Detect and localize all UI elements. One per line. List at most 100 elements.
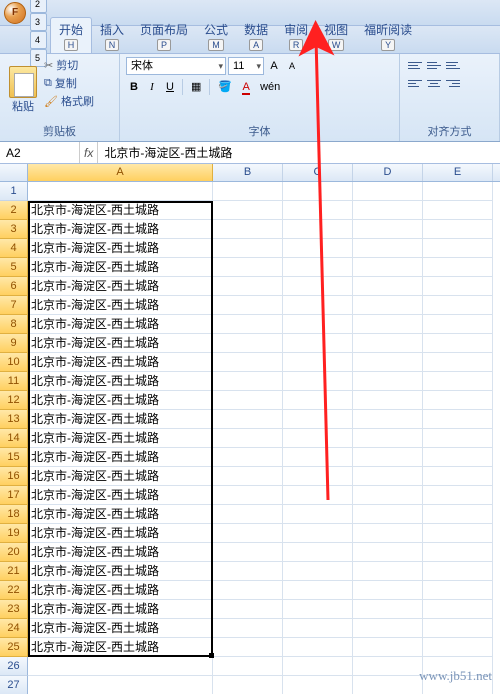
row-header[interactable]: 1: [0, 182, 28, 201]
cell[interactable]: 北京市-海淀区-西土城路: [28, 296, 213, 315]
cell[interactable]: [423, 619, 493, 638]
cell[interactable]: [353, 372, 423, 391]
cell[interactable]: [213, 657, 283, 676]
row-header[interactable]: 2: [0, 201, 28, 220]
tab-h[interactable]: 开始H: [50, 17, 92, 53]
cell[interactable]: [353, 353, 423, 372]
row-header[interactable]: 4: [0, 239, 28, 258]
cell[interactable]: [28, 657, 213, 676]
cell[interactable]: [423, 258, 493, 277]
cell[interactable]: [353, 201, 423, 220]
row-header[interactable]: 24: [0, 619, 28, 638]
cell[interactable]: [353, 296, 423, 315]
cell[interactable]: [423, 334, 493, 353]
cell[interactable]: 北京市-海淀区-西土城路: [28, 562, 213, 581]
underline-button[interactable]: U: [162, 79, 178, 95]
row-header[interactable]: 16: [0, 467, 28, 486]
cell[interactable]: 北京市-海淀区-西土城路: [28, 258, 213, 277]
cell[interactable]: [423, 201, 493, 220]
cell[interactable]: [213, 182, 283, 201]
row-header[interactable]: 21: [0, 562, 28, 581]
cell[interactable]: [353, 562, 423, 581]
cell[interactable]: [283, 486, 353, 505]
align-middle-button[interactable]: [425, 57, 443, 73]
column-header[interactable]: E: [423, 164, 493, 181]
cell[interactable]: 北京市-海淀区-西土城路: [28, 429, 213, 448]
cell[interactable]: 北京市-海淀区-西土城路: [28, 239, 213, 258]
cell[interactable]: [423, 505, 493, 524]
column-header[interactable]: A: [28, 164, 213, 181]
cell[interactable]: [213, 505, 283, 524]
cell[interactable]: [213, 619, 283, 638]
cell[interactable]: 北京市-海淀区-西土城路: [28, 220, 213, 239]
cell[interactable]: [213, 486, 283, 505]
font-color-button[interactable]: A: [238, 79, 254, 95]
cell[interactable]: 北京市-海淀区-西土城路: [28, 619, 213, 638]
tab-m[interactable]: 公式M: [196, 18, 236, 53]
cell[interactable]: 北京市-海淀区-西土城路: [28, 600, 213, 619]
cell[interactable]: 北京市-海淀区-西土城路: [28, 277, 213, 296]
row-header[interactable]: 26: [0, 657, 28, 676]
cell[interactable]: [353, 524, 423, 543]
row-header[interactable]: 5: [0, 258, 28, 277]
cell[interactable]: [353, 182, 423, 201]
cell[interactable]: [353, 410, 423, 429]
cell[interactable]: [353, 543, 423, 562]
align-top-button[interactable]: [406, 57, 424, 73]
cell[interactable]: [213, 220, 283, 239]
cell[interactable]: [283, 524, 353, 543]
cell[interactable]: [423, 277, 493, 296]
cell[interactable]: [28, 676, 213, 694]
cell[interactable]: [283, 182, 353, 201]
row-header[interactable]: 25: [0, 638, 28, 657]
row-header[interactable]: 6: [0, 277, 28, 296]
cell[interactable]: [353, 258, 423, 277]
formula-input[interactable]: 北京市-海淀区-西土城路: [98, 142, 500, 163]
office-button[interactable]: F: [4, 2, 26, 24]
column-header[interactable]: C: [283, 164, 353, 181]
tab-w[interactable]: 视图W: [316, 18, 356, 53]
cell[interactable]: [283, 220, 353, 239]
cell[interactable]: 北京市-海淀区-西土城路: [28, 448, 213, 467]
cell[interactable]: [283, 505, 353, 524]
grow-font-button[interactable]: A: [266, 58, 282, 74]
row-header[interactable]: 3: [0, 220, 28, 239]
cell[interactable]: [213, 410, 283, 429]
cell[interactable]: [213, 524, 283, 543]
cell[interactable]: [353, 600, 423, 619]
cell[interactable]: 北京市-海淀区-西土城路: [28, 505, 213, 524]
cell[interactable]: 北京市-海淀区-西土城路: [28, 486, 213, 505]
cell[interactable]: [353, 581, 423, 600]
cell[interactable]: [353, 277, 423, 296]
qat-item[interactable]: 3: [30, 13, 47, 31]
tab-n[interactable]: 插入N: [92, 18, 132, 53]
cell[interactable]: [423, 372, 493, 391]
cell[interactable]: [213, 334, 283, 353]
row-header[interactable]: 22: [0, 581, 28, 600]
cell[interactable]: [213, 296, 283, 315]
cell[interactable]: 北京市-海淀区-西土城路: [28, 543, 213, 562]
cell[interactable]: [283, 543, 353, 562]
cell[interactable]: [353, 334, 423, 353]
cell[interactable]: [353, 467, 423, 486]
cell[interactable]: [353, 657, 423, 676]
cell[interactable]: [353, 505, 423, 524]
fill-color-button[interactable]: 🪣: [214, 78, 236, 95]
row-header[interactable]: 17: [0, 486, 28, 505]
cell[interactable]: [283, 372, 353, 391]
row-header[interactable]: 14: [0, 429, 28, 448]
cell[interactable]: [283, 619, 353, 638]
cell[interactable]: [283, 657, 353, 676]
cell[interactable]: [423, 353, 493, 372]
cell[interactable]: [423, 581, 493, 600]
cell[interactable]: [353, 676, 423, 694]
cell[interactable]: 北京市-海淀区-西土城路: [28, 410, 213, 429]
cell[interactable]: 北京市-海淀区-西土城路: [28, 201, 213, 220]
cell[interactable]: [423, 524, 493, 543]
cell[interactable]: [213, 638, 283, 657]
row-header[interactable]: 12: [0, 391, 28, 410]
fx-icon[interactable]: fx: [84, 146, 93, 160]
cell[interactable]: [213, 543, 283, 562]
cell[interactable]: [213, 201, 283, 220]
cell[interactable]: [423, 638, 493, 657]
